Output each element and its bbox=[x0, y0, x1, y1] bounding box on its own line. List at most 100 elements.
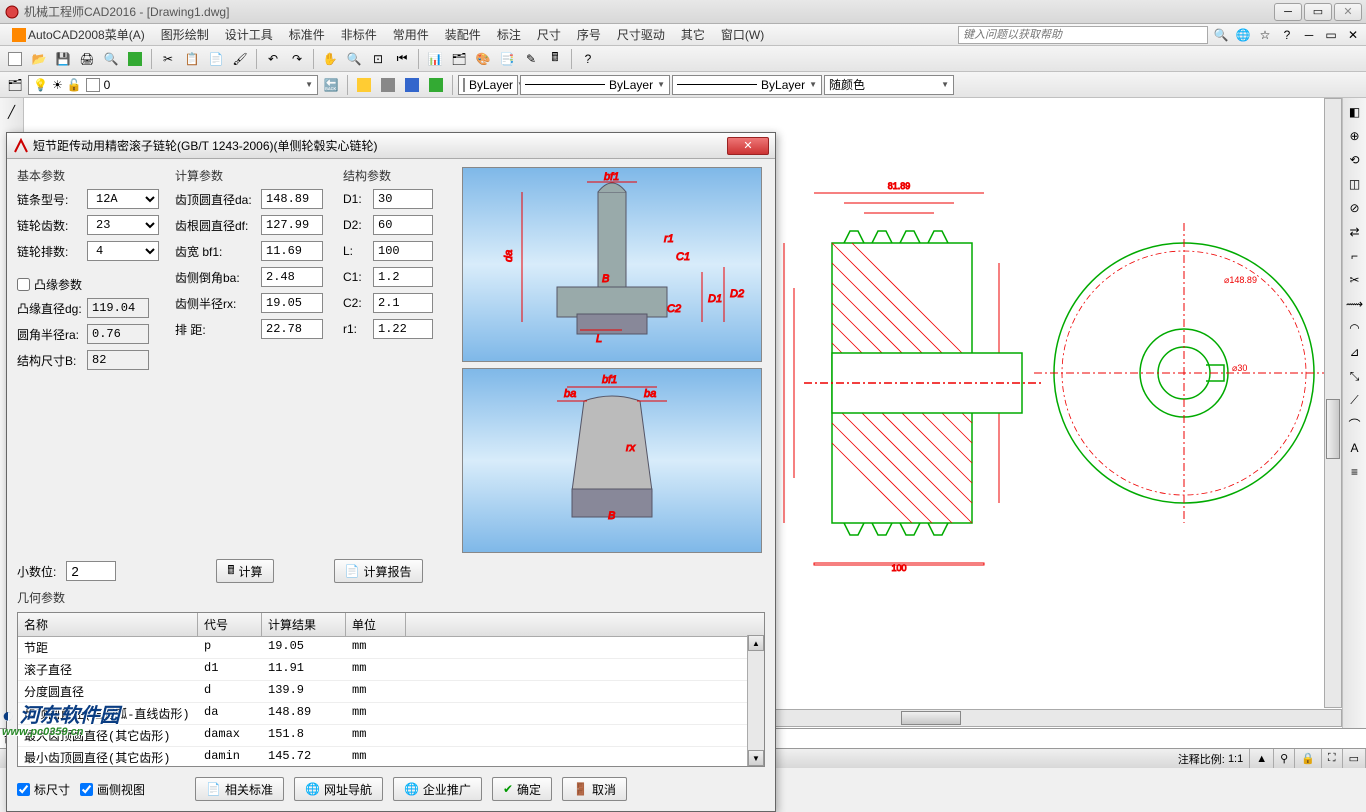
teeth-select[interactable]: 23 bbox=[87, 215, 159, 235]
help2-icon[interactable]: ? bbox=[577, 48, 599, 70]
menu-draw[interactable]: 图形绘制 bbox=[153, 24, 217, 45]
d2-input[interactable] bbox=[373, 215, 433, 235]
layerfrz-icon[interactable] bbox=[401, 74, 423, 96]
table-row[interactable]: 节距p19.05mm bbox=[18, 637, 764, 659]
mdi-min-icon[interactable]: ─ bbox=[1300, 26, 1318, 44]
tool-r7-icon[interactable]: ⌐ bbox=[1345, 246, 1365, 266]
menu-window[interactable]: 窗口(W) bbox=[713, 24, 772, 45]
tool-r10-icon[interactable]: ◠ bbox=[1345, 318, 1365, 338]
l-input[interactable] bbox=[373, 241, 433, 261]
menu-std[interactable]: 标准件 bbox=[281, 24, 333, 45]
related-std-button[interactable]: 📄相关标准 bbox=[195, 777, 284, 801]
ba-input[interactable] bbox=[261, 267, 323, 287]
decimals-input[interactable] bbox=[66, 561, 116, 581]
cancel-button[interactable]: 🚪取消 bbox=[562, 777, 627, 801]
table-row[interactable]: 滚子直径d111.91mm bbox=[18, 659, 764, 681]
tool-r11-icon[interactable]: ⊿ bbox=[1345, 342, 1365, 362]
line-icon[interactable]: ╱ bbox=[2, 102, 22, 122]
props-icon[interactable]: 📊 bbox=[424, 48, 446, 70]
layerlck-icon[interactable] bbox=[425, 74, 447, 96]
tool-r3-icon[interactable]: ⟲ bbox=[1345, 150, 1365, 170]
da-input[interactable] bbox=[261, 189, 323, 209]
menu-design[interactable]: 设计工具 bbox=[217, 24, 281, 45]
close-button[interactable]: ✕ bbox=[1334, 3, 1362, 21]
tool-r5-icon[interactable]: ⊘ bbox=[1345, 198, 1365, 218]
status-lock-icon[interactable]: 🔒 bbox=[1295, 749, 1322, 768]
c2-input[interactable] bbox=[373, 293, 433, 313]
layeroff-icon[interactable] bbox=[377, 74, 399, 96]
table-row[interactable]: 最大齿顶圆直径(其它齿形)damax151.8mm bbox=[18, 725, 764, 747]
enterprise-button[interactable]: 🌐企业推广 bbox=[393, 777, 482, 801]
dim-checkbox[interactable]: 标尺寸 bbox=[17, 781, 70, 798]
tool-r4-icon[interactable]: ◫ bbox=[1345, 174, 1365, 194]
tool-r16-icon[interactable]: ≡ bbox=[1345, 462, 1365, 482]
status-annot[interactable]: 注释比例: 1:1 bbox=[1172, 749, 1250, 768]
menu-common[interactable]: 常用件 bbox=[385, 24, 437, 45]
bf1-input[interactable] bbox=[261, 241, 323, 261]
star-icon[interactable]: ☆ bbox=[1256, 26, 1274, 44]
table-row[interactable]: 最小齿顶圆直径(其它齿形)damin145.72mm bbox=[18, 747, 764, 767]
table-row[interactable]: 分度圆直径d139.9mm bbox=[18, 681, 764, 703]
search-icon[interactable]: 🔍 bbox=[1212, 26, 1230, 44]
tool-r1-icon[interactable]: ◧ bbox=[1345, 102, 1365, 122]
ra-input[interactable] bbox=[87, 324, 149, 344]
copy-icon[interactable]: 📋 bbox=[181, 48, 203, 70]
zoomprev-icon[interactable]: ⏮ bbox=[391, 48, 413, 70]
layermgr-icon[interactable]: 🗂 bbox=[4, 74, 26, 96]
sheet-icon[interactable]: 📑 bbox=[496, 48, 518, 70]
zoomwin-icon[interactable]: ⊡ bbox=[367, 48, 389, 70]
maximize-button[interactable]: ▭ bbox=[1304, 3, 1332, 21]
open-icon[interactable]: 📂 bbox=[28, 48, 50, 70]
tool-r2-icon[interactable]: ⊕ bbox=[1345, 126, 1365, 146]
layerprev-icon[interactable]: 🔙 bbox=[320, 74, 342, 96]
zoom-icon[interactable]: 🔍 bbox=[343, 48, 365, 70]
table-row[interactable]: 齿顶圆直径(三圆弧-直线齿形)da148.89mm bbox=[18, 703, 764, 725]
mdi-max-icon[interactable]: ▭ bbox=[1322, 26, 1340, 44]
df-input[interactable] bbox=[261, 215, 323, 235]
tool-r13-icon[interactable]: ⟋ bbox=[1345, 390, 1365, 410]
undo-icon[interactable]: ↶ bbox=[262, 48, 284, 70]
rx-input[interactable] bbox=[261, 293, 323, 313]
geom-table-body[interactable]: 节距p19.05mm滚子直径d111.91mm分度圆直径d139.9mm齿顶圆直… bbox=[18, 637, 764, 767]
b-input[interactable] bbox=[87, 350, 149, 370]
publish-icon[interactable] bbox=[124, 48, 146, 70]
pitch-input[interactable] bbox=[261, 319, 323, 339]
menu-nonstd[interactable]: 非标件 bbox=[333, 24, 385, 45]
color-combo[interactable]: ByLayer ▼ bbox=[458, 75, 518, 95]
menu-seq[interactable]: 序号 bbox=[569, 24, 609, 45]
vertical-scrollbar[interactable] bbox=[1324, 98, 1342, 708]
dialog-close-button[interactable]: ✕ bbox=[727, 137, 769, 155]
menu-dimdrive[interactable]: 尺寸驱动 bbox=[609, 24, 673, 45]
calc-report-button[interactable]: 📄计算报告 bbox=[334, 559, 423, 583]
dcenter-icon[interactable]: 🗂 bbox=[448, 48, 470, 70]
dg-input[interactable] bbox=[87, 298, 149, 318]
tool-r8-icon[interactable]: ✂ bbox=[1345, 270, 1365, 290]
menu-autocad[interactable]: AutoCAD2008菜单(A) bbox=[4, 24, 153, 45]
new-icon[interactable] bbox=[4, 48, 26, 70]
scroll-down-icon[interactable]: ▼ bbox=[748, 750, 764, 766]
paste-icon[interactable]: 📄 bbox=[205, 48, 227, 70]
sideview-checkbox[interactable]: 画侧视图 bbox=[80, 781, 145, 798]
cam-group-check[interactable]: 凸缘参数 bbox=[17, 276, 167, 293]
linetype-combo[interactable]: ByLayer ▼ bbox=[520, 75, 670, 95]
layeriso-icon[interactable] bbox=[353, 74, 375, 96]
dialog-titlebar[interactable]: 短节距传动用精密滚子链轮(GB/T 1243-2006)(单侧轮毂实心链轮) ✕ bbox=[7, 133, 775, 159]
status-annotauto-icon[interactable]: ⚲ bbox=[1274, 749, 1295, 768]
menu-dim[interactable]: 尺寸 bbox=[529, 24, 569, 45]
comm-icon[interactable]: 🌐 bbox=[1234, 26, 1252, 44]
toolpal-icon[interactable]: 🎨 bbox=[472, 48, 494, 70]
preview-icon[interactable]: 🔍 bbox=[100, 48, 122, 70]
save-icon[interactable]: 💾 bbox=[52, 48, 74, 70]
pan-icon[interactable]: ✋ bbox=[319, 48, 341, 70]
ok-button[interactable]: ✔确定 bbox=[492, 777, 552, 801]
scroll-up-icon[interactable]: ▲ bbox=[748, 635, 764, 651]
match-icon[interactable]: 🖌 bbox=[229, 48, 251, 70]
help-icon[interactable]: ? bbox=[1278, 26, 1296, 44]
plotstyle-combo[interactable]: 随颜色 ▼ bbox=[824, 75, 954, 95]
mdi-close-icon[interactable]: ✕ bbox=[1344, 26, 1362, 44]
menu-annot[interactable]: 标注 bbox=[489, 24, 529, 45]
tool-r14-icon[interactable]: ⌒ bbox=[1345, 414, 1365, 434]
status-clean-icon[interactable]: ▭ bbox=[1343, 749, 1366, 768]
help-search-input[interactable] bbox=[958, 26, 1208, 44]
tool-r9-icon[interactable]: ⟿ bbox=[1345, 294, 1365, 314]
